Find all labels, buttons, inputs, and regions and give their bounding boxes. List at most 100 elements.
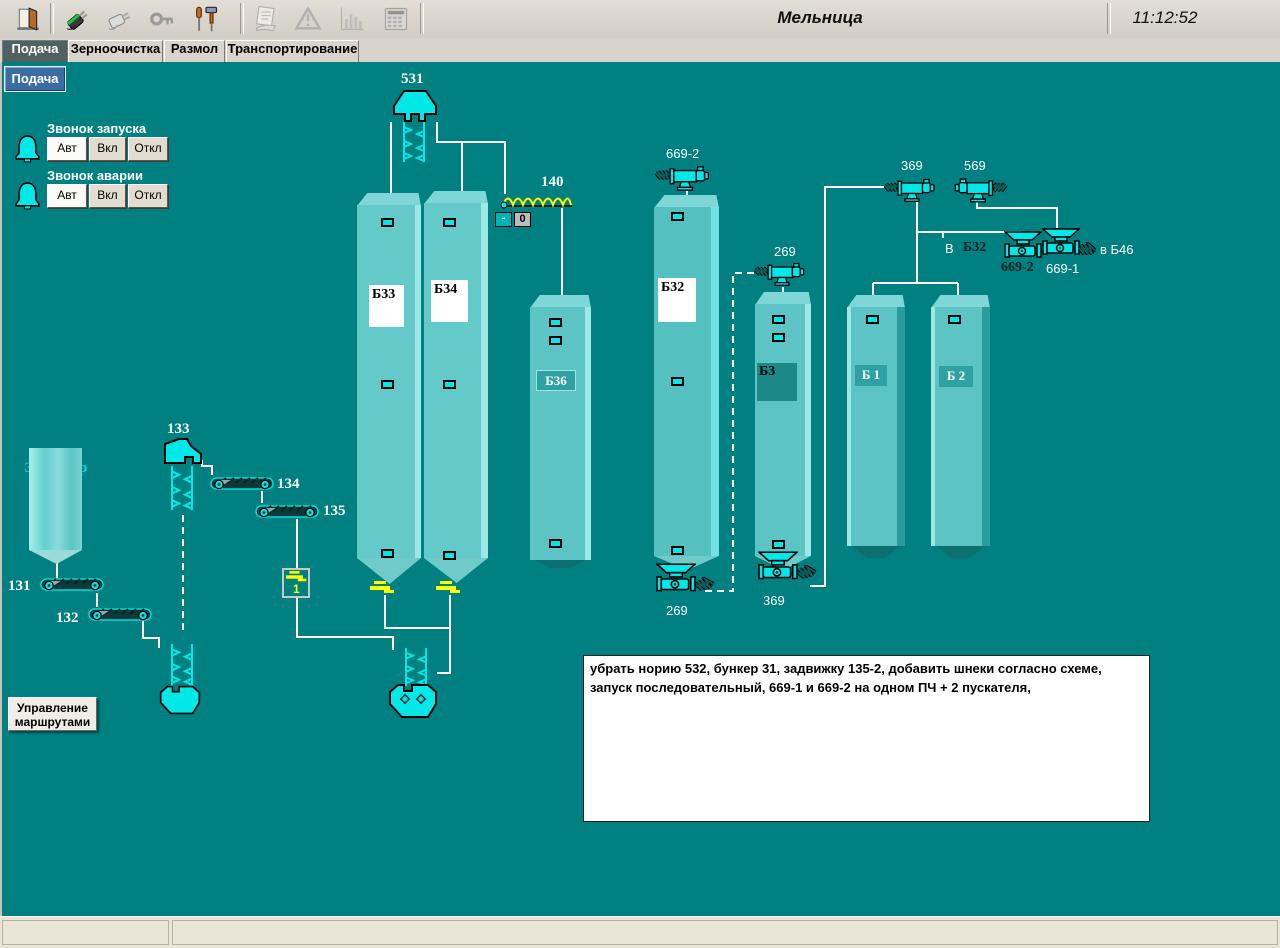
tab-bar: Подача Зерноочистка Размол Транспортиров… (0, 38, 1280, 62)
exit-door-icon[interactable] (12, 4, 44, 34)
conveyor-135[interactable] (255, 503, 319, 524)
tools-icon[interactable] (190, 4, 222, 34)
alarm-bell-icon (14, 182, 41, 216)
noria-133-leg-upper (168, 466, 196, 515)
bin-b36-sensor-2 (549, 336, 562, 345)
bin-b36-sensor-3 (549, 539, 562, 548)
bin-b33-edge (415, 205, 421, 558)
noria-531-label: 531 (401, 71, 424, 88)
discharge-269[interactable] (656, 563, 716, 604)
conveyor-135-label: 135 (323, 503, 346, 520)
discharge-369-label: 369 (763, 593, 785, 608)
trends-chart-icon[interactable] (336, 4, 368, 34)
clock: 11:12:52 (1122, 8, 1208, 28)
bin-b1-plate: Б 1 (855, 365, 887, 386)
noria-133-label: 133 (167, 421, 190, 438)
bin-b34-funnel (424, 558, 488, 583)
status-panel-left (2, 920, 169, 945)
bin-b1-edge-l (847, 307, 851, 546)
valve-b34[interactable] (436, 581, 462, 600)
conveyor-132[interactable] (88, 606, 152, 627)
report-icon[interactable] (250, 4, 282, 34)
bin-b3-sensor-1 (772, 315, 785, 324)
noria-133-boot[interactable] (159, 684, 201, 721)
alarm-warning-icon[interactable] (292, 4, 324, 34)
tab-zernoochistka[interactable]: Зерноочистка (68, 40, 163, 62)
toolbar-separator (1107, 3, 1111, 34)
connect-plug-icon[interactable] (62, 4, 94, 34)
start-bell-off-button[interactable]: Откл (128, 137, 168, 161)
bin-b33-sensor-bottom (381, 549, 394, 558)
alarm-bell-on-button[interactable]: Вкл (89, 184, 126, 208)
conveyor-131-label: 131 (8, 578, 31, 595)
counter-minus[interactable]: - (495, 212, 512, 227)
bin-b1: Б 1 (847, 295, 905, 558)
tab-razmol[interactable]: Размол (164, 40, 225, 62)
feeder-669-2-label: 669-2 (1001, 260, 1034, 276)
elevator-silo (29, 448, 82, 550)
bin-b3-edge (805, 304, 811, 556)
bin-b2: Б 2 (931, 295, 990, 558)
screw-269[interactable] (753, 261, 811, 292)
elevator-silo-funnel (29, 550, 82, 564)
bin-b34-edge (481, 203, 488, 558)
screw-140-counter[interactable]: - 0 (495, 212, 531, 227)
tab-transportirovanie[interactable]: Транспортирование (226, 40, 359, 62)
bin-b3-plate: Б3 (757, 363, 797, 401)
bin-b34-sensor-mid (443, 380, 456, 389)
to-b32-label: Б32 (963, 240, 986, 256)
conveyor-131[interactable] (40, 576, 104, 597)
route-control-button[interactable]: Управление маршрутами (8, 697, 97, 731)
conveyor-132-label: 132 (56, 610, 79, 627)
route-valve-position: 1 (293, 582, 300, 596)
conveyor-134-label: 134 (277, 476, 300, 493)
page-button-podacha[interactable]: Подача (4, 66, 66, 92)
bin-b33-sensor-mid (381, 380, 394, 389)
to-b32-prefix-label: В (945, 241, 954, 256)
discharge-369[interactable] (758, 551, 818, 592)
status-bar (0, 916, 1280, 948)
bin-b32: Б32 (654, 195, 719, 570)
app-window: Мельница 11:12:52 Подача Зерноочистка Ра… (0, 0, 1280, 948)
route-control-line1: Управление (9, 701, 96, 715)
start-bell-on-button[interactable]: Вкл (89, 137, 126, 161)
bin-b32-sensor-bottom (671, 546, 684, 555)
bin-b34-plate: Б34 (431, 280, 468, 322)
valve-b33[interactable] (370, 581, 396, 600)
start-bell-auto-button[interactable]: Авт (47, 137, 87, 161)
bin-b34-sensor-top (443, 218, 456, 227)
key-icon[interactable] (146, 4, 178, 34)
values-table-icon[interactable] (380, 4, 412, 34)
note-box: убрать норию 532, бункер 31, задвижку 13… (583, 655, 1150, 822)
screw-369-label: 369 (901, 158, 923, 173)
bin-b2-edge-r (982, 307, 990, 546)
bin-b36-edge (585, 307, 591, 560)
screw-140-label: 140 (541, 174, 564, 191)
tab-podacha[interactable]: Подача (2, 40, 68, 62)
window-title: Мельница (730, 8, 910, 28)
screw-369[interactable] (884, 176, 940, 209)
screw-569[interactable] (949, 176, 1007, 209)
to-b46-label: в Б46 (1100, 242, 1134, 257)
alarm-bell-label: Звонок аварии (47, 168, 143, 183)
feeder-669-1[interactable] (1042, 228, 1096, 265)
start-bell-icon (14, 135, 41, 169)
screw-669-2[interactable] (650, 164, 720, 197)
counter-value: 0 (514, 212, 531, 227)
disconnect-plug-icon[interactable] (104, 4, 136, 34)
toolbar-separator (420, 3, 424, 34)
alarm-bell-auto-button[interactable]: Авт (47, 184, 87, 208)
conveyor-134[interactable] (210, 475, 274, 496)
bin-b3: Б3 (755, 292, 811, 570)
discharge-269-label: 269 (666, 603, 688, 618)
screw-669-2-label: 669-2 (666, 146, 699, 161)
toolbar-separator (50, 3, 54, 34)
alarm-bell-off-button[interactable]: Откл (128, 184, 168, 208)
mimic-diagram: Подача Звонок запуска Авт Вкл Откл Звоно… (0, 62, 1280, 916)
route-valve-box[interactable]: 1 (282, 568, 310, 598)
bin-b2-shadow (931, 546, 990, 558)
noria-531-boot[interactable] (388, 684, 438, 723)
feeder-669-1-label: 669-1 (1046, 261, 1079, 276)
bin-b1-edge-r (897, 307, 905, 546)
bin-b33: Б33 (357, 193, 421, 584)
